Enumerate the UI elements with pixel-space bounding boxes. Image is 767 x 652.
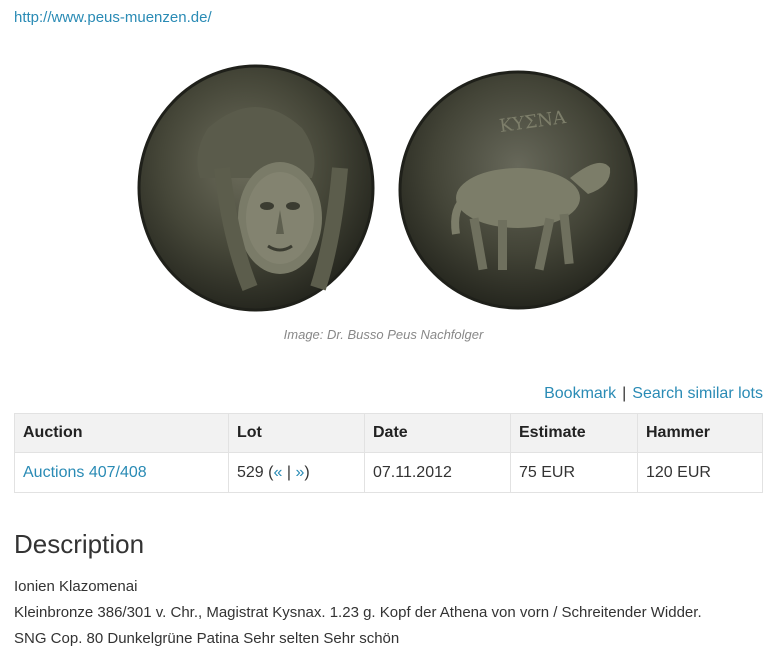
description-text: Ionien Klazomenai Kleinbronze 386/301 v.… bbox=[14, 574, 702, 652]
cell-estimate: 75 EUR bbox=[510, 452, 638, 493]
table-row: Auctions 407/408 529 (« | ») 07.11.2012 … bbox=[14, 452, 763, 493]
header-auction: Auction bbox=[14, 413, 229, 453]
header-hammer: Hammer bbox=[637, 413, 763, 453]
next-lot-link[interactable]: » bbox=[295, 464, 304, 481]
cell-lot: 529 (« | ») bbox=[228, 452, 365, 493]
cell-auction: Auctions 407/408 bbox=[14, 452, 229, 493]
table-header-row: Auction Lot Date Estimate Hammer bbox=[14, 413, 763, 453]
previous-lot-link[interactable]: « bbox=[273, 464, 282, 481]
auction-link[interactable]: Auctions 407/408 bbox=[23, 464, 147, 481]
lot-actions: Bookmark | Search similar lots bbox=[544, 385, 763, 403]
coin-reverse: ΚΥΣΝΑ bbox=[398, 70, 638, 310]
coin-image: ΚΥΣΝΑ bbox=[137, 64, 638, 312]
cell-date: 07.11.2012 bbox=[364, 452, 511, 493]
actions-separator: | bbox=[622, 385, 627, 402]
header-estimate: Estimate bbox=[510, 413, 638, 453]
bookmark-link[interactable]: Bookmark bbox=[544, 385, 616, 402]
description-heading: Description bbox=[14, 529, 145, 559]
lot-nav-separator: | bbox=[286, 463, 291, 481]
header-lot: Lot bbox=[228, 413, 365, 453]
auction-info-table: Auction Lot Date Estimate Hammer Auction… bbox=[14, 413, 763, 493]
site-url-link[interactable]: http://www.peus-muenzen.de/ bbox=[14, 9, 212, 26]
search-similar-lots-link[interactable]: Search similar lots bbox=[632, 385, 763, 402]
description-line: SNG Cop. 80 Dunkelgrüne Patina Sehr selt… bbox=[14, 630, 400, 647]
image-caption: Image: Dr. Busso Peus Nachfolger bbox=[283, 327, 484, 342]
lot-number: 529 bbox=[237, 463, 264, 481]
cell-hammer: 120 EUR bbox=[637, 452, 763, 493]
header-date: Date bbox=[364, 413, 511, 453]
description-line: Ionien Klazomenai bbox=[14, 578, 138, 595]
coin-obverse bbox=[137, 64, 375, 312]
description-line: Kleinbronze 386/301 v. Chr., Magistrat K… bbox=[14, 604, 702, 621]
